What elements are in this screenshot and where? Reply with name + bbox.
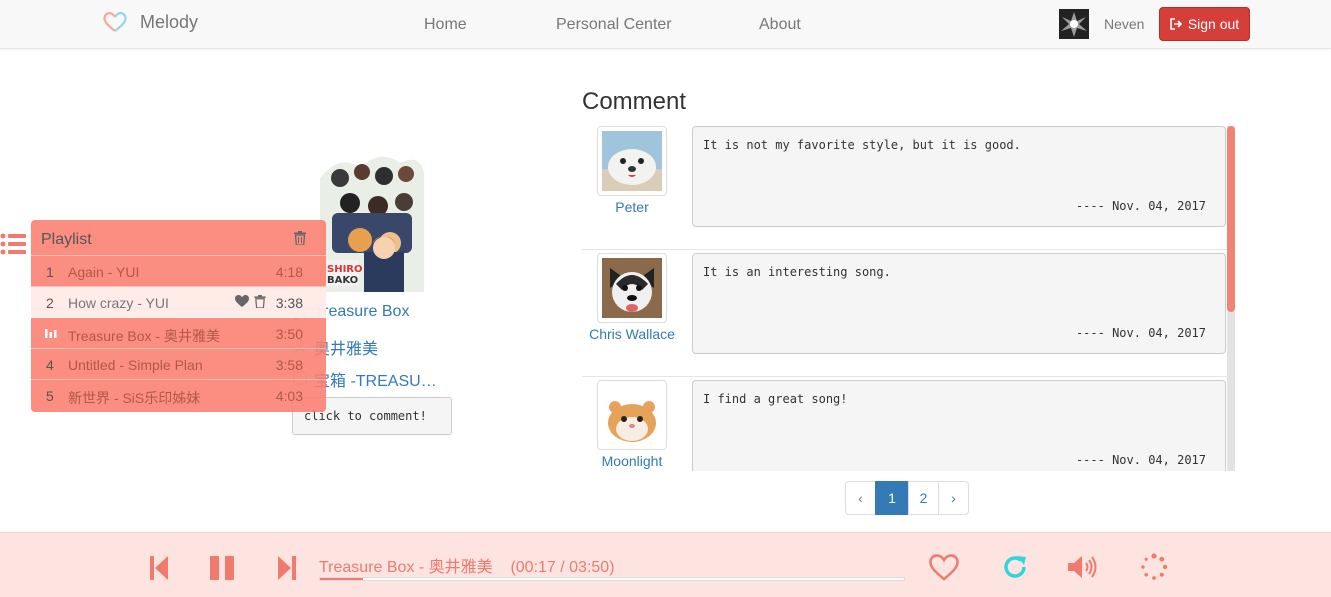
loading-spinner-icon[interactable] <box>1140 553 1168 581</box>
comment-text: It is an interesting song. <box>703 265 891 279</box>
pagination-prev[interactable]: ‹ <box>845 481 876 515</box>
sign-out-button[interactable]: Sign out <box>1159 7 1250 41</box>
playlist-item-number: 2 <box>46 295 54 311</box>
previous-track-icon[interactable] <box>150 556 168 580</box>
comment-item: Moonlight I find a great song! ---- Nov.… <box>582 376 1227 471</box>
playlist-item[interactable]: 4 Untitled - Simple Plan 3:58 <box>31 349 326 380</box>
remove-trash-icon[interactable] <box>254 295 266 308</box>
album-cover-image: SHIRO BAKO <box>320 148 424 292</box>
brand[interactable]: Melody <box>102 11 198 33</box>
heart-logo-icon <box>103 12 127 32</box>
commenter-name[interactable]: Chris Wallace <box>582 326 682 342</box>
now-playing-info: Treasure Box - 奥井雅美 (00:17 / 03:50) <box>319 553 615 577</box>
playlist-item-name: Treasure Box - 奥井雅美 <box>68 328 220 344</box>
nav-personal-center-link[interactable]: Personal Center <box>556 16 672 34</box>
playlist-item-duration: 4:18 <box>275 264 303 280</box>
pagination-page-2[interactable]: 2 <box>908 481 939 515</box>
playlist-item-duration: 3:50 <box>275 326 303 342</box>
playlist-item-number: 5 <box>46 388 54 404</box>
playlist-header: Playlist <box>31 220 326 256</box>
playlist-panel: Playlist 1 Again - YUI 4:18 2 How crazy … <box>31 220 326 412</box>
commenter-avatar[interactable] <box>597 126 667 196</box>
player-bar: Treasure Box - 奥井雅美 (00:17 / 03:50) <box>0 532 1331 597</box>
playlist-item-duration: 3:58 <box>275 357 303 373</box>
commenter-name[interactable]: Peter <box>582 199 682 215</box>
top-navbar: Melody Home Personal Center About Neven … <box>0 0 1331 49</box>
playlist-item[interactable]: 1 Again - YUI 4:18 <box>31 256 326 287</box>
brand-name: Melody <box>140 11 199 32</box>
seal-avatar-image <box>602 131 662 191</box>
nav-home-link[interactable]: Home <box>424 16 467 34</box>
playlist-item-now-playing[interactable]: Treasure Box - 奥井雅美 3:50 <box>31 318 326 349</box>
dog-avatar-image <box>602 258 662 318</box>
hamster-avatar-image <box>602 385 662 445</box>
playback-time: (00:17 / 03:50) <box>510 559 615 576</box>
comment-text: It is not my favorite style, but it is g… <box>703 138 1021 152</box>
commenter-name[interactable]: Moonlight <box>582 453 682 469</box>
playlist-item[interactable]: 5 新世界 - SiS乐印姊妹 4:03 <box>31 380 326 410</box>
playlist-item-duration: 3:38 <box>275 295 303 311</box>
like-heart-icon[interactable] <box>235 295 249 308</box>
comment-bubble: It is not my favorite style, but it is g… <box>692 126 1226 227</box>
progress-fill <box>320 578 364 580</box>
commenter-avatar[interactable] <box>597 380 667 450</box>
pagination-page-1[interactable]: 1 <box>875 481 909 515</box>
song-album[interactable]: 宝箱 -TREASURE BOX- <box>314 367 448 391</box>
comments-list[interactable]: Peter It is not my favorite style, but i… <box>582 122 1235 471</box>
comment-heading: Comment <box>582 88 687 115</box>
clear-playlist-trash-icon[interactable] <box>294 231 306 245</box>
comment-item: Peter It is not my favorite style, but i… <box>582 122 1227 250</box>
song-artist[interactable]: 奥井雅美 <box>314 335 444 359</box>
svg-text:SHIRO: SHIRO <box>327 264 363 275</box>
favorite-heart-icon[interactable] <box>929 554 959 581</box>
playlist-item-name: How crazy - YUI <box>68 295 169 311</box>
volume-icon[interactable] <box>1068 555 1098 579</box>
now-playing-title: Treasure Box - 奥井雅美 <box>319 559 493 576</box>
comment-bubble: I find a great song! ---- Nov. 04, 2017 <box>692 380 1226 471</box>
comment-bubble: It is an interesting song. ---- Nov. 04,… <box>692 253 1226 354</box>
comment-item: Chris Wallace It is an interesting song.… <box>582 249 1227 377</box>
sign-out-label: Sign out <box>1187 16 1240 32</box>
pause-icon[interactable] <box>210 556 236 580</box>
song-title[interactable]: Treasure Box <box>314 303 444 321</box>
svg-text:BAKO: BAKO <box>327 275 358 286</box>
playlist-item-name: Again - YUI <box>68 264 140 280</box>
comment-date: ---- Nov. 04, 2017 <box>1075 453 1206 467</box>
comment-text: I find a great song! <box>703 392 848 406</box>
playlist-title: Playlist <box>41 231 92 248</box>
comments-scrollbar-thumb[interactable] <box>1227 126 1235 312</box>
playlist-toggle-icon[interactable] <box>0 231 26 257</box>
playlist-item-name: Untitled - Simple Plan <box>68 357 203 373</box>
playlist-item-number: 1 <box>46 264 54 280</box>
user-avatar[interactable] <box>1059 9 1089 39</box>
comment-date: ---- Nov. 04, 2017 <box>1075 326 1206 340</box>
playlist-item-actions <box>235 295 266 308</box>
sign-out-icon <box>1170 18 1182 30</box>
playlist-item[interactable]: 2 How crazy - YUI 3:38 <box>31 287 326 318</box>
comments-pagination: ‹ 1 2 › <box>845 481 969 515</box>
playlist-item-number: 4 <box>46 357 54 373</box>
comment-date: ---- Nov. 04, 2017 <box>1075 199 1206 213</box>
now-playing-equalizer-icon <box>45 329 57 338</box>
commenter-avatar[interactable] <box>597 253 667 323</box>
playlist-item-name: 新世界 - SiS乐印姊妹 <box>68 390 201 406</box>
progress-bar[interactable] <box>319 577 905 581</box>
pagination-next[interactable]: › <box>938 481 969 515</box>
playlist-item-duration: 4:03 <box>275 388 303 404</box>
nav-about-link[interactable]: About <box>759 16 801 34</box>
next-track-icon[interactable] <box>278 556 296 580</box>
repeat-icon[interactable] <box>1002 554 1028 580</box>
user-name[interactable]: Neven <box>1104 16 1144 32</box>
